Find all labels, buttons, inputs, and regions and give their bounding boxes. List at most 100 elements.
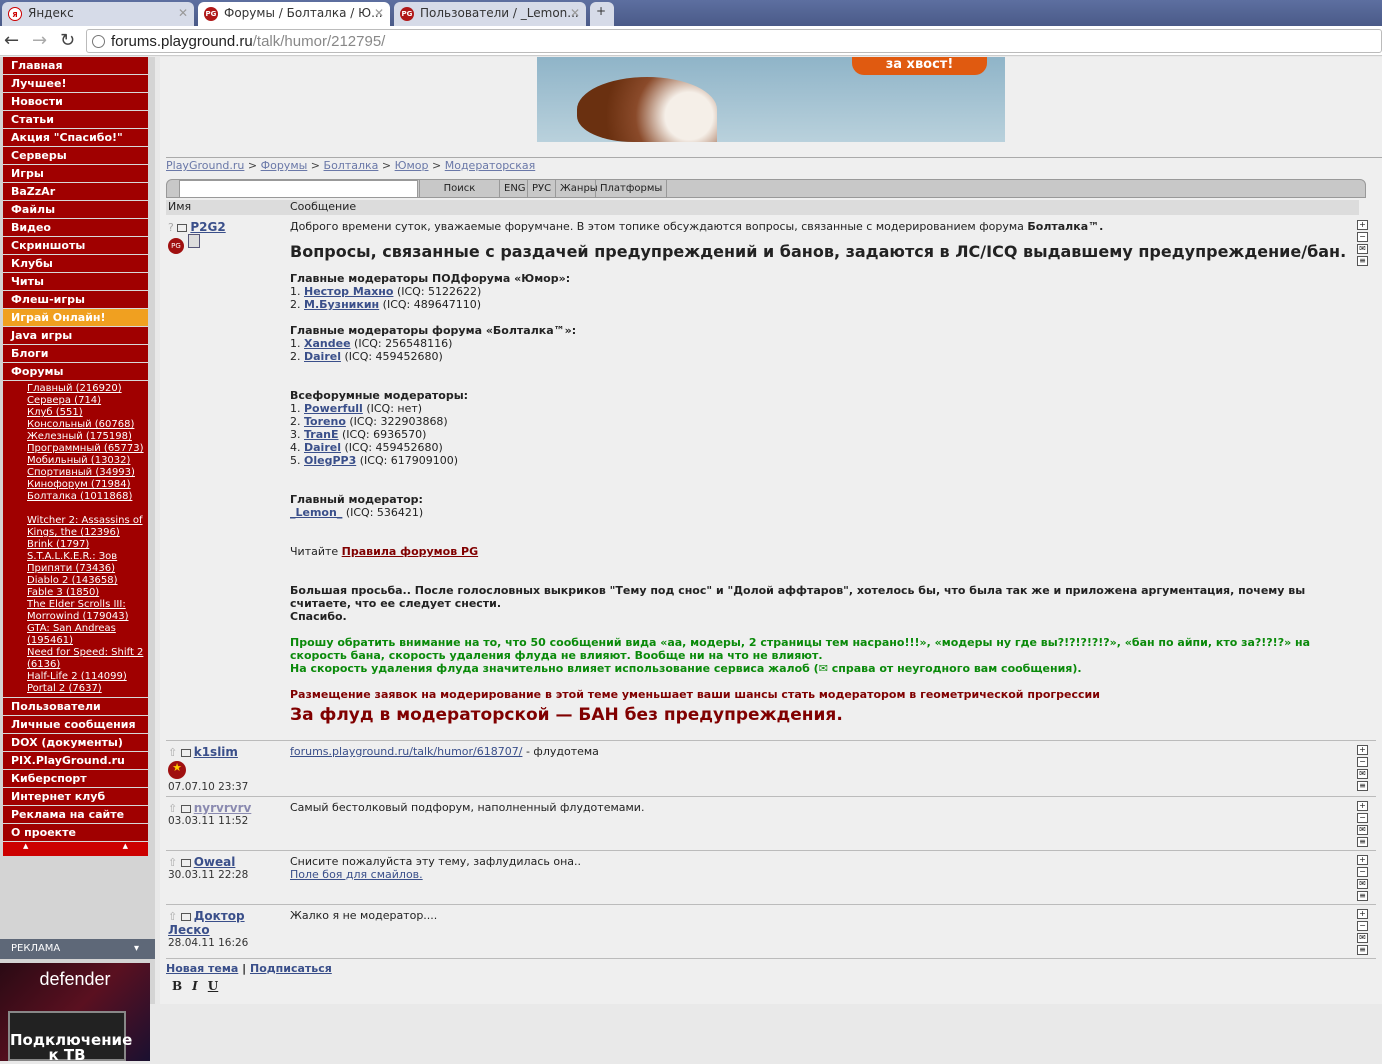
sidebar-item[interactable]: Киберспорт — [3, 770, 148, 788]
sidebar-item[interactable]: Флеш-игры — [3, 291, 148, 309]
mail-icon[interactable] — [180, 805, 191, 813]
moderator-link[interactable]: TranE — [304, 428, 339, 441]
game-forum-link[interactable]: GTA: San Andreas (195461) — [27, 623, 148, 647]
sidebar-item[interactable]: Клубы — [3, 255, 148, 273]
reply-icon[interactable]: ≡ — [1357, 837, 1368, 847]
minus-icon[interactable]: − — [1357, 232, 1368, 242]
sidebar-item[interactable]: Личные сообщения — [3, 716, 148, 734]
game-forum-link[interactable]: Fable 3 (1850) — [27, 587, 148, 599]
tab-forums[interactable]: PG Форумы / Болталка / Ю... ✕ — [198, 2, 390, 26]
minus-icon[interactable]: − — [1357, 921, 1368, 931]
lang-rus-button[interactable]: РУС — [527, 180, 555, 198]
sidebar-item[interactable]: Читы — [3, 273, 148, 291]
new-topic-link[interactable]: Новая тема — [166, 962, 238, 975]
breadcrumb-link[interactable]: Модераторская — [445, 159, 536, 172]
sidebar-item[interactable]: Игры — [3, 165, 148, 183]
topic-link[interactable]: forums.playground.ru/talk/humor/618707/ — [290, 745, 522, 758]
search-input[interactable] — [179, 180, 418, 198]
sidebar-item[interactable]: Блоги — [3, 345, 148, 363]
sidebar-item[interactable]: Форумы — [3, 363, 148, 381]
ad-header[interactable]: РЕКЛАМА ▾ — [0, 939, 155, 959]
top-banner[interactable]: за хвост! — [537, 57, 1005, 142]
moderator-link[interactable]: _Lemon_ — [290, 506, 342, 519]
reply-icon[interactable]: ≡ — [1357, 945, 1368, 955]
breadcrumb-link[interactable]: Болталка — [324, 159, 379, 172]
up-icon[interactable]: ▲ — [123, 842, 128, 856]
sidebar-item[interactable]: Акция "Спасибо!" — [3, 129, 148, 147]
subscribe-link[interactable]: Подписаться — [250, 962, 332, 975]
sidebar-item[interactable]: DOX (документы) — [3, 734, 148, 752]
sidebar-item[interactable]: Реклама на сайте — [3, 806, 148, 824]
author-link[interactable]: nyrvrvrv — [194, 801, 252, 815]
forum-link[interactable]: Клуб (551) — [27, 407, 148, 419]
forum-link[interactable]: Главный (216920) — [27, 383, 148, 395]
moderator-link[interactable]: Нестор Махно — [304, 285, 393, 298]
profile-icon[interactable] — [187, 234, 200, 248]
sidebar-item[interactable]: О проекте — [3, 824, 148, 842]
close-icon[interactable]: ✕ — [374, 6, 384, 20]
sidebar-item[interactable]: Новости — [3, 93, 148, 111]
underline-button[interactable]: U — [208, 979, 218, 993]
sidebar-item[interactable]: Пользователи — [3, 698, 148, 716]
mail-icon[interactable] — [177, 224, 188, 232]
reload-icon[interactable]: ↻ — [60, 30, 75, 51]
minus-icon[interactable]: − — [1357, 813, 1368, 823]
url-input[interactable]: forums.playground.ru/talk/humor/212795/ — [86, 29, 1382, 53]
moderator-link[interactable]: М.Бузникин — [304, 298, 379, 311]
reply-icon[interactable]: ≡ — [1357, 256, 1368, 266]
complaint-icon[interactable]: ✉ — [1357, 933, 1368, 943]
forum-link[interactable]: Программный (65773) — [27, 443, 148, 455]
forum-link[interactable]: Железный (175198) — [27, 431, 148, 443]
forum-link[interactable]: Кинофорум (71984) — [27, 479, 148, 491]
sidebar-item[interactable]: Скриншоты — [3, 237, 148, 255]
moderator-link[interactable]: OlegPP3 — [304, 454, 356, 467]
moderator-link[interactable]: Dairel — [304, 441, 341, 454]
close-icon[interactable]: ✕ — [178, 6, 188, 20]
plus-icon[interactable]: + — [1357, 220, 1368, 230]
platforms-button[interactable]: Платформы — [595, 180, 668, 198]
sidebar-item[interactable]: Интернет клуб — [3, 788, 148, 806]
sidebar-item[interactable]: Лучшее! — [3, 75, 148, 93]
forum-link[interactable]: Сервера (714) — [27, 395, 148, 407]
game-forum-link[interactable]: Need for Speed: Shift 2 (6136) — [27, 647, 148, 671]
mail-icon[interactable] — [180, 749, 191, 757]
breadcrumb-link[interactable]: Форумы — [261, 159, 308, 172]
complaint-icon[interactable]: ✉ — [1357, 879, 1368, 889]
back-icon[interactable]: ← — [4, 30, 19, 51]
tab-users[interactable]: PG Пользователи / _Lemon... ✕ — [394, 2, 586, 26]
moderator-link[interactable]: Dairel — [304, 350, 341, 363]
plus-icon[interactable]: + — [1357, 909, 1368, 919]
game-forum-link[interactable]: Portal 2 (7637) — [27, 683, 148, 695]
plus-icon[interactable]: + — [1357, 855, 1368, 865]
forum-link[interactable]: Мобильный (13032) — [27, 455, 148, 467]
tab-yandex[interactable]: Я Яндекс ✕ — [2, 2, 194, 26]
moderator-link[interactable]: Xandee — [304, 337, 351, 350]
sidebar-item[interactable]: Видео — [3, 219, 148, 237]
new-tab-button[interactable]: + — [590, 2, 614, 26]
author-link[interactable]: Oweal — [194, 855, 236, 869]
minus-icon[interactable]: − — [1357, 757, 1368, 767]
sidebar-item[interactable]: Главная — [3, 57, 148, 75]
game-forum-link[interactable]: S.T.A.L.K.E.R.: Зов Припяти (73436) — [27, 551, 148, 575]
plus-icon[interactable]: + — [1357, 801, 1368, 811]
up-icon[interactable]: ▲ — [23, 842, 28, 856]
sidebar-item[interactable]: Java игры — [3, 327, 148, 345]
sidebar-item[interactable]: Статьи — [3, 111, 148, 129]
game-forum-link[interactable]: The Elder Scrolls III: Morrowind (179043… — [27, 599, 148, 623]
moderator-link[interactable]: Powerfull — [304, 402, 363, 415]
game-forum-link[interactable]: Brink (1797) — [27, 539, 148, 551]
complaint-icon[interactable]: ✉ — [1357, 244, 1368, 254]
close-icon[interactable]: ✕ — [570, 6, 580, 20]
sidebar-item[interactable]: Играй Онлайн! — [3, 309, 148, 327]
smiley-link[interactable]: Поле боя для смайлов. — [290, 868, 423, 881]
italic-button[interactable]: I — [192, 979, 198, 993]
minus-icon[interactable]: − — [1357, 867, 1368, 877]
complaint-icon[interactable]: ✉ — [1357, 769, 1368, 779]
game-forum-link[interactable]: Witcher 2: Assassins of Kings, the (1239… — [27, 515, 148, 539]
breadcrumb-link[interactable]: PlayGround.ru — [166, 159, 244, 172]
forum-link[interactable]: Болталка (1011868) — [27, 491, 148, 503]
moderator-link[interactable]: Toreno — [304, 415, 346, 428]
reply-icon[interactable]: ≡ — [1357, 781, 1368, 791]
author-link[interactable]: k1slim — [194, 745, 238, 759]
search-button[interactable]: Поиск — [419, 180, 499, 198]
